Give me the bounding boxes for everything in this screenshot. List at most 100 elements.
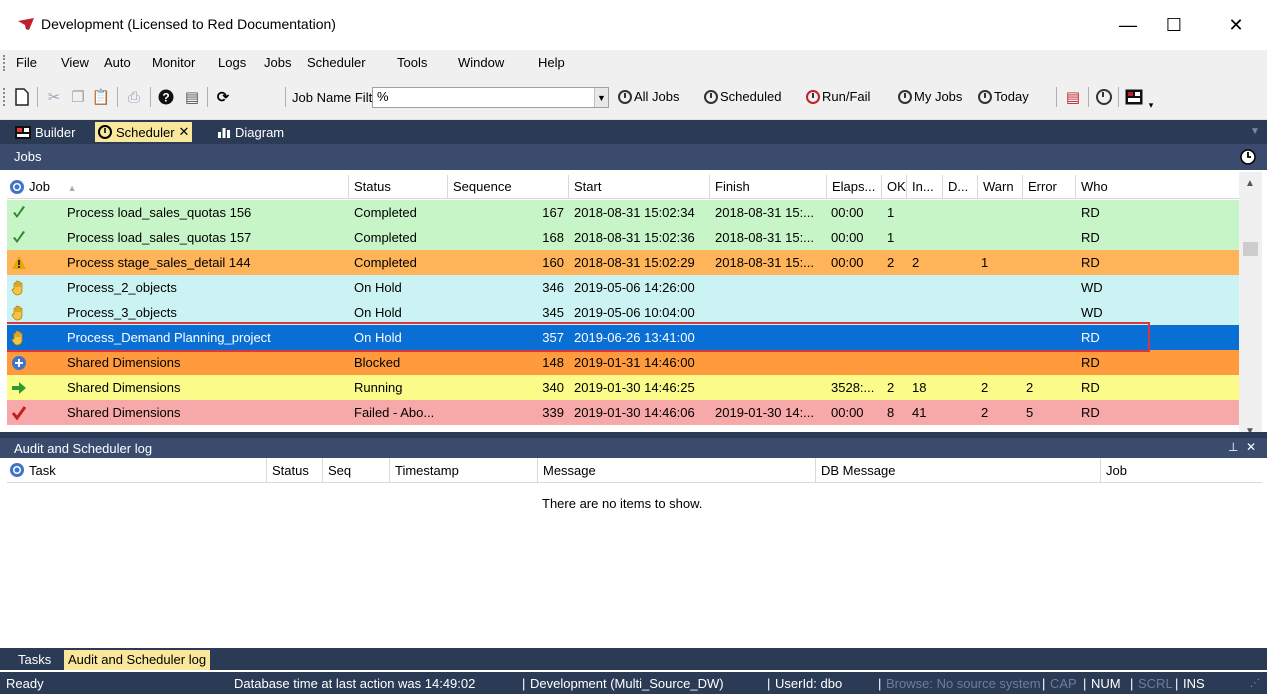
tab-scheduler[interactable]: Scheduler ✕: [95, 122, 193, 142]
cut-icon[interactable]: ✂: [44, 86, 64, 108]
column-header-detail[interactable]: D...: [944, 175, 978, 199]
status-separator: |: [767, 676, 771, 691]
jobs-vertical-scrollbar[interactable]: ▲ ▼: [1239, 172, 1262, 432]
column-header-finish[interactable]: Finish: [711, 175, 827, 199]
menu-help[interactable]: Help: [538, 55, 565, 70]
bottom-tab-bar: Tasks Audit and Scheduler log: [0, 648, 1267, 670]
column-header-elapsed[interactable]: Elaps...: [828, 175, 882, 199]
refresh-icon[interactable]: ⟳: [213, 86, 233, 108]
menu-jobs[interactable]: Jobs: [264, 55, 291, 70]
cell-sequence: 339: [542, 405, 564, 420]
new-document-icon[interactable]: [12, 86, 32, 108]
column-header-start[interactable]: Start: [570, 175, 710, 199]
status-scrl: SCRL: [1138, 676, 1173, 691]
menu-auto[interactable]: Auto: [104, 55, 131, 70]
column-header-warn[interactable]: Warn: [979, 175, 1023, 199]
menu-logs[interactable]: Logs: [218, 55, 246, 70]
menu-file[interactable]: File: [16, 55, 37, 70]
table-row[interactable]: Process load_sales_quotas 157 Completed 16…: [7, 225, 1239, 250]
pin-icon[interactable]: ⊥: [1228, 440, 1238, 454]
tab-diagram[interactable]: Diagram: [214, 122, 287, 142]
cell-ok: 2: [887, 380, 895, 395]
copy-icon[interactable]: ❐: [68, 86, 88, 108]
column-header-timestamp[interactable]: Timestamp: [391, 458, 538, 483]
print-icon[interactable]: ⎙: [124, 86, 144, 108]
table-row[interactable]: Process load_sales_quotas 156 Completed 16…: [7, 200, 1239, 225]
menu-scheduler[interactable]: Scheduler: [307, 55, 366, 70]
column-header-job[interactable]: Job: [1102, 458, 1262, 483]
cell-start: 2019-01-30 14:46:25: [574, 380, 695, 395]
maximize-button[interactable]: ☐: [1151, 0, 1197, 50]
audit-panel-title: Audit and Scheduler log: [14, 441, 153, 456]
column-header-seq[interactable]: Seq: [324, 458, 390, 483]
toolbar-overflow-icon[interactable]: ▾: [1146, 94, 1156, 116]
cell-elapsed: 00:00: [831, 230, 864, 245]
cell-sequence: 167: [542, 205, 564, 220]
tab-tasks[interactable]: Tasks: [14, 650, 55, 670]
table-row[interactable]: Process stage_sales_detail 144 Completed 1…: [7, 250, 1239, 275]
cell-job: Shared Dimensions: [67, 405, 181, 420]
resize-grip-icon[interactable]: ⋰: [1250, 678, 1260, 689]
cell-finish: [715, 325, 827, 350]
menu-window[interactable]: Window: [458, 55, 504, 70]
menu-view[interactable]: View: [61, 55, 89, 70]
column-header-task[interactable]: Task: [7, 458, 267, 483]
column-header-ok[interactable]: OK: [883, 175, 907, 199]
cell-job: Process stage_sales_detail 144: [67, 255, 251, 270]
minimize-button[interactable]: —: [1105, 0, 1151, 50]
scheduled-button[interactable]: Scheduled: [704, 89, 781, 104]
report-icon[interactable]: ▤: [1063, 86, 1083, 108]
job-name-filter-input[interactable]: %: [372, 87, 609, 108]
chevron-down-icon[interactable]: ▼: [594, 88, 608, 107]
table-row[interactable]: Shared Dimensions Running 340 2019-01-30 14…: [7, 375, 1239, 400]
cell-finish: [715, 275, 827, 300]
builder-window-icon[interactable]: [1124, 86, 1144, 108]
column-header-message[interactable]: Message: [539, 458, 816, 483]
scroll-up-icon[interactable]: ▲: [1245, 178, 1255, 189]
close-icon[interactable]: ✕: [179, 124, 190, 140]
cell-start: 2019-01-31 14:46:00: [574, 355, 695, 370]
cell-error: [1026, 200, 1074, 225]
column-header-job[interactable]: Job ▲: [7, 175, 349, 199]
cell-error: [1026, 300, 1074, 325]
cell-status: On Hold: [354, 330, 402, 345]
cell-who: RD: [1081, 255, 1100, 270]
cell-ok: 1: [887, 230, 895, 245]
column-header-error[interactable]: Error: [1024, 175, 1076, 199]
column-header-db-message[interactable]: DB Message: [817, 458, 1101, 483]
status-cap: CAP: [1050, 676, 1077, 691]
today-button[interactable]: Today: [978, 89, 1029, 104]
help-icon[interactable]: ?: [156, 86, 176, 108]
paste-icon[interactable]: 📋: [91, 86, 111, 108]
cell-ok: 2: [887, 255, 895, 270]
cell-finish: [715, 375, 827, 400]
table-row[interactable]: Shared Dimensions Failed - Abo... 339 2019-…: [7, 400, 1239, 425]
column-header-status[interactable]: Status: [350, 175, 448, 199]
my-jobs-button[interactable]: My Jobs: [898, 89, 962, 104]
scrollbar-thumb[interactable]: [1243, 242, 1258, 256]
column-header-status[interactable]: Status: [268, 458, 323, 483]
clipboard-icon[interactable]: ▤: [182, 86, 202, 108]
hand-icon: [11, 330, 27, 346]
tab-audit-scheduler-log[interactable]: Audit and Scheduler log: [64, 650, 211, 670]
clock-icon[interactable]: [1240, 149, 1256, 165]
table-row[interactable]: Process_Demand Planning_project On Hold 35…: [7, 322, 1239, 352]
column-header-info[interactable]: In...: [908, 175, 943, 199]
cell-sequence: 357: [542, 330, 564, 345]
close-icon[interactable]: ✕: [1246, 440, 1256, 454]
all-jobs-button[interactable]: All Jobs: [618, 89, 680, 104]
run-fail-button[interactable]: Run/Fail: [806, 89, 870, 104]
title-bar: Development (Licensed to Red Documentati…: [0, 0, 1267, 50]
table-row[interactable]: Shared Dimensions Blocked 148 2019-01-31 14…: [7, 350, 1239, 375]
table-row[interactable]: Process_3_objects On Hold 345 2019-05-06 10…: [7, 300, 1239, 325]
tab-builder[interactable]: Builder: [12, 122, 78, 142]
column-header-sequence[interactable]: Sequence: [449, 175, 569, 199]
tab-list-chevron-icon[interactable]: ▼: [1250, 126, 1260, 137]
close-button[interactable]: ✕: [1213, 0, 1259, 50]
menu-monitor[interactable]: Monitor: [152, 55, 195, 70]
column-header-who[interactable]: Who: [1077, 175, 1239, 199]
table-row[interactable]: Process_2_objects On Hold 346 2019-05-06 14…: [7, 275, 1239, 300]
menu-tools[interactable]: Tools: [397, 55, 427, 70]
cell-start: 2019-05-06 10:04:00: [574, 305, 695, 320]
clock-icon[interactable]: [1094, 86, 1114, 108]
